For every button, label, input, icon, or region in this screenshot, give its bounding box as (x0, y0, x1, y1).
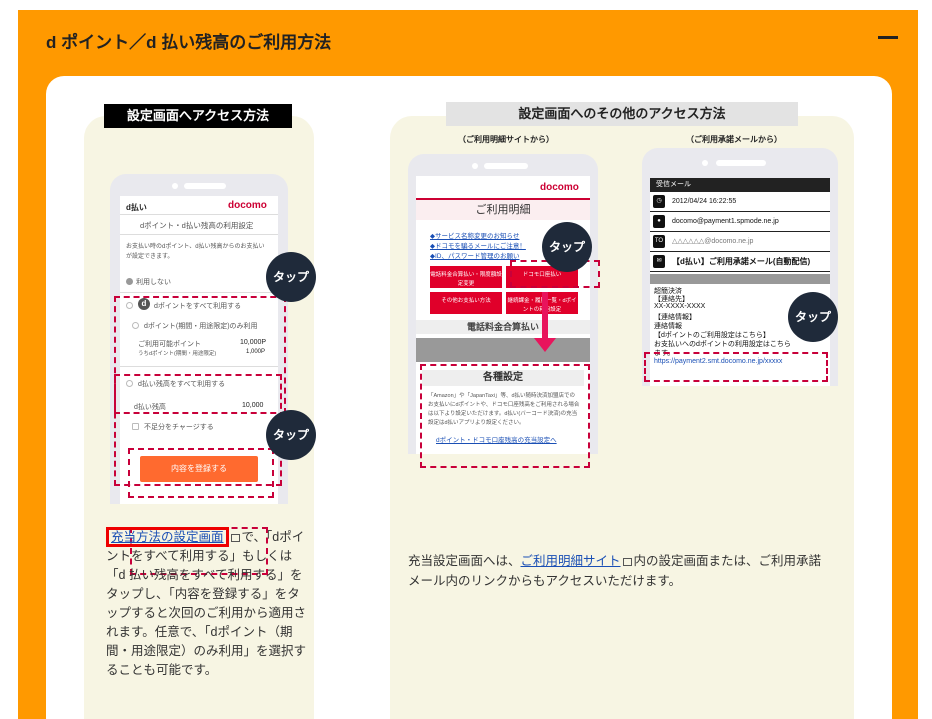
external-link-icon (230, 534, 240, 542)
docomo-logo: docomo (540, 182, 579, 193)
section-carrier: 電話料金合算払い (416, 320, 590, 334)
clock-icon: ◷ (653, 195, 665, 208)
sublabel-approval-mail: （ご利用承諾メールから） (686, 135, 782, 144)
mail-date-row: ◷ 2012/04/24 16:22:55 (650, 192, 830, 212)
docomo-logo: docomo (228, 200, 267, 211)
access-method-label: 設定画面へアクセス方法 (104, 104, 292, 128)
phone-camera-dot (472, 163, 478, 169)
mail-to-row: TO △△△△△△@docomo.ne.jp (650, 232, 830, 252)
mail-body-3: XX-XXXX-XXXX (654, 303, 706, 310)
tap-bubble-2: タップ (266, 410, 316, 460)
cut-divider (650, 272, 830, 284)
radio-off (126, 278, 133, 285)
left-caption: 充当方法の設定画面 で、「dポイントをすべて利用する」もしくは「d 払い残高をすべ… (106, 527, 307, 680)
usage-panel: d ポイント／d 払い残高のご利用方法 設定画面へアクセス方法 d払い doco… (18, 10, 918, 719)
sublabel-statement-site: （ご利用明細サイトから） (458, 135, 554, 144)
mail-from-row: ● docomo@payment1.spmode.ne.jp (650, 212, 830, 232)
mail-body-7: お支払いへのdポイントの利用設定はこちら (654, 341, 791, 348)
mail-to: △△△△△△@docomo.ne.jp (672, 238, 754, 245)
mail-subject: 【d払い】ご利用承諾メール(自動配信) (672, 257, 811, 266)
statement-site-link[interactable]: ご利用明細サイト (521, 554, 621, 568)
mail-from: docomo@payment1.spmode.ne.jp (672, 218, 779, 225)
left-caption-text: で、「dポイントをすべて利用する」もしくは「d 払い残高をすべて利用する」をタッ… (106, 530, 307, 677)
notice-link-1: ◆サービス名称変更のお知らせ (430, 233, 520, 240)
menu-btn-carrier: 電話料金合算払い・限度額設定変更 (430, 266, 502, 288)
intro-text: お支払い時のdポイント、d払い残高からのお支払いが設定できます。 (126, 244, 265, 260)
phone-speaker (484, 163, 528, 169)
screen-title: dポイント・d払い残高の利用設定 (140, 221, 254, 230)
content-card: 設定画面へアクセス方法 d払い docomo dポイント・d払い残高の利用設定 … (46, 76, 892, 719)
person-icon: ● (653, 215, 665, 228)
statement-title: ご利用明細 (416, 198, 590, 220)
arrow-stem (542, 292, 548, 340)
tap-bubble-1: タップ (266, 252, 316, 302)
other-access-label: 設定画面へのその他のアクセス方法 (446, 102, 798, 126)
tap-bubble-statement: タップ (542, 222, 592, 272)
menu-btn-other: その他お支払い方法 (430, 292, 502, 314)
highlight-settings-section (420, 364, 590, 468)
panel-title: d ポイント／d 払い残高のご利用方法 (46, 33, 332, 52)
highlight-points-area (114, 296, 286, 414)
notice-link-2: ◆ドコモを騙るメールにご注意！ (430, 243, 526, 250)
highlight-register-area (128, 448, 274, 498)
mail-header: 受信メール (650, 178, 830, 192)
settings-screen-link[interactable]: 充当方法の設定画面 (106, 527, 229, 547)
phone-camera-dot (702, 160, 708, 166)
to-icon: TO (653, 235, 665, 248)
mail-subject-row: ✉ 【d払い】ご利用承諾メール(自動配信) (650, 252, 830, 272)
right-caption: 充当設定画面へは、ご利用明細サイト 内の設定画面または、ご利用承諾メール内のリンク… (408, 551, 828, 591)
notice-link-3: ◆ID、パスワード管理のお願い (430, 253, 520, 260)
phone-speaker (184, 183, 226, 189)
collapse-icon[interactable] (878, 36, 898, 39)
highlight-mail-url (644, 352, 828, 382)
mail-phone-illustration: 受信メール ◷ 2012/04/24 16:22:55 ● docomo@payme… (642, 148, 838, 386)
cut-divider (416, 336, 590, 362)
envelope-icon: ✉ (653, 255, 665, 268)
mail-datetime: 2012/04/24 16:22:55 (672, 198, 737, 205)
tap-bubble-mail: タップ (788, 292, 838, 342)
right-caption-before: 充当設定画面へは、 (408, 554, 521, 568)
option-off-label: 利用しない (136, 279, 171, 286)
phone-speaker (716, 160, 766, 166)
dbarai-logo: d払い (126, 203, 147, 212)
phone-camera-dot (172, 183, 178, 189)
external-link-icon (622, 558, 632, 566)
arrow-down-icon (534, 338, 556, 352)
panel-header[interactable]: d ポイント／d 払い残高のご利用方法 (18, 10, 918, 66)
